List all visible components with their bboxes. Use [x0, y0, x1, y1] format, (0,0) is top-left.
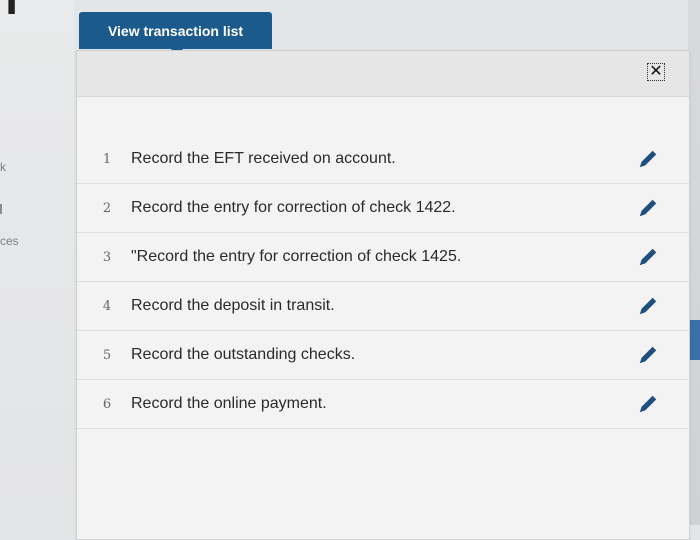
pencil-icon[interactable] — [637, 148, 659, 170]
transaction-row[interactable]: 1 Record the EFT received on account. — [77, 135, 689, 184]
transaction-row[interactable]: 4 Record the deposit in transit. — [77, 282, 689, 331]
background-label: k — [0, 160, 6, 174]
transaction-label: Record the deposit in transit. — [131, 297, 335, 314]
pencil-icon[interactable] — [637, 344, 659, 366]
row-number: 2 — [102, 200, 112, 216]
background-page-left: k ces — [0, 0, 74, 525]
transaction-label: Record the outstanding checks. — [131, 346, 356, 363]
transaction-label: "Record the entry for correction of chec… — [131, 248, 462, 265]
transaction-label: Record the entry for correction of check… — [131, 199, 456, 216]
pencil-icon[interactable] — [637, 393, 659, 415]
background-tick — [0, 204, 2, 214]
transaction-row[interactable]: 3 "Record the entry for correction of ch… — [77, 233, 689, 282]
row-number: 6 — [102, 396, 112, 412]
row-number: 4 — [102, 298, 112, 314]
transaction-row[interactable]: 6 Record the online payment. — [77, 380, 689, 429]
transaction-label: Record the online payment. — [131, 395, 327, 412]
transaction-label: Record the EFT received on account. — [131, 150, 396, 167]
background-label: ces — [0, 234, 19, 248]
transaction-list-panel: ✕ 1 Record the EFT received on account. … — [76, 50, 690, 540]
background-scroll-marker — [690, 320, 700, 360]
view-transaction-list-button[interactable]: View transaction list — [79, 12, 272, 55]
row-number: 1 — [102, 151, 112, 167]
close-icon[interactable]: ✕ — [647, 63, 665, 81]
row-number: 3 — [102, 249, 112, 265]
pencil-icon[interactable] — [637, 246, 659, 268]
pencil-icon[interactable] — [637, 295, 659, 317]
transaction-row[interactable]: 5 Record the outstanding checks. — [77, 331, 689, 380]
panel-header: ✕ — [77, 51, 689, 97]
transaction-list: 1 Record the EFT received on account. 2 … — [77, 135, 689, 429]
row-number: 5 — [102, 347, 112, 363]
transaction-row[interactable]: 2 Record the entry for correction of che… — [77, 184, 689, 233]
header-glyph: T — [0, 0, 24, 23]
pencil-icon[interactable] — [637, 197, 659, 219]
